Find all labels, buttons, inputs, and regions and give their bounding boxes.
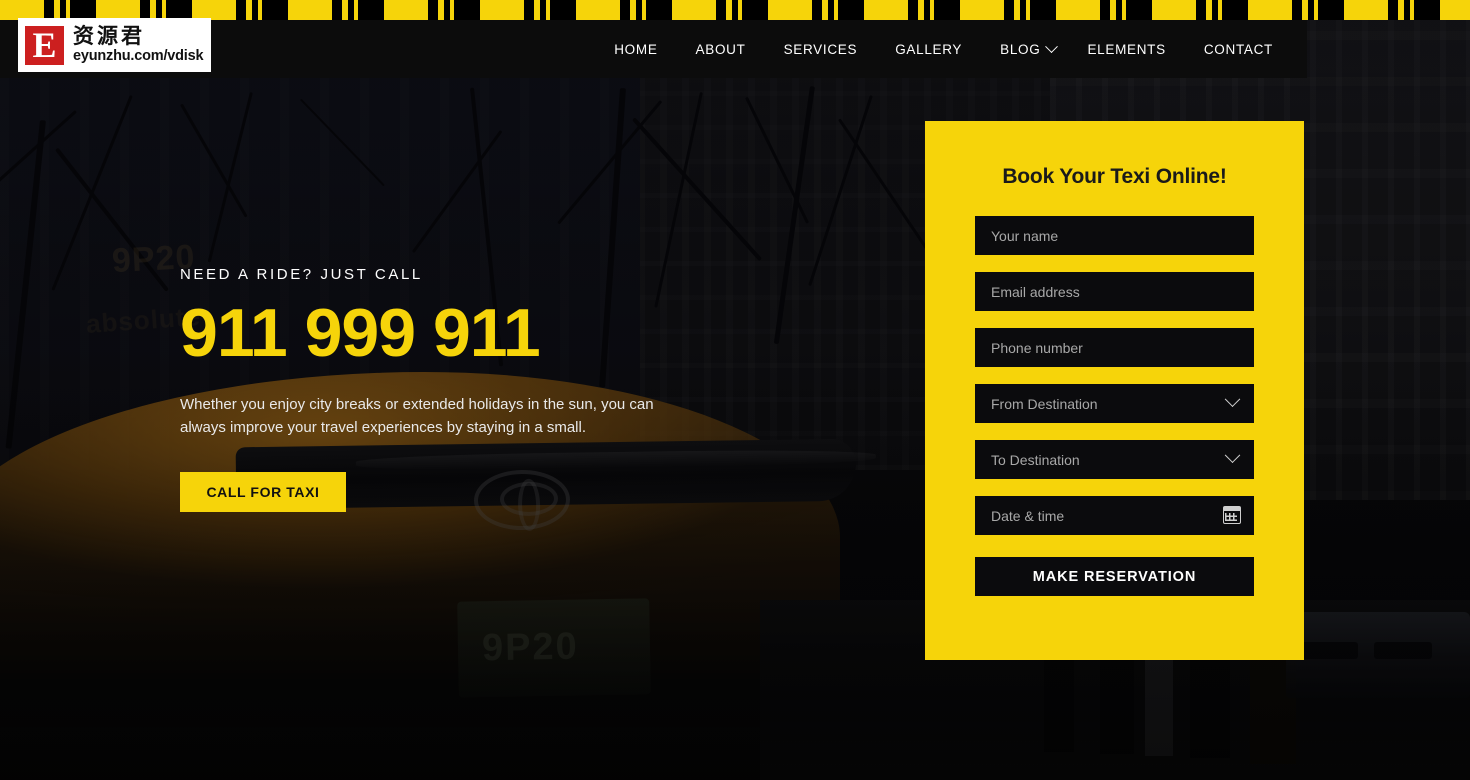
- make-reservation-button[interactable]: MAKE RESERVATION: [975, 557, 1254, 596]
- watermark-logo: E 资源君 eyunzhu.com/vdisk: [18, 18, 211, 72]
- nav-item-about[interactable]: ABOUT: [677, 20, 765, 78]
- name-field-wrapper: [975, 216, 1254, 255]
- date-time-input[interactable]: [975, 496, 1254, 535]
- email-input[interactable]: [975, 272, 1254, 311]
- hero-eyebrow: NEED A RIDE? JUST CALL: [180, 266, 423, 283]
- nav-item-label: BLOG: [1000, 41, 1041, 57]
- main-navigation: HOME ABOUT SERVICES GALLERY BLOG ELEMENT…: [592, 20, 1307, 78]
- nav-item-blog[interactable]: BLOG: [981, 20, 1068, 78]
- nav-item-elements[interactable]: ELEMENTS: [1068, 20, 1184, 78]
- chevron-down-icon: [1224, 391, 1241, 408]
- from-destination-select[interactable]: From Destination: [975, 384, 1254, 423]
- phone-field-wrapper: [975, 328, 1254, 367]
- hero-description: Whether you enjoy city breaks or extende…: [180, 396, 654, 437]
- hazard-stripe-decoration: [0, 0, 1470, 20]
- nav-item-label: CONTACT: [1203, 41, 1273, 57]
- email-field-wrapper: [975, 272, 1254, 311]
- watermark-url: eyunzhu.com/vdisk: [73, 48, 204, 65]
- nav-item-services[interactable]: SERVICES: [765, 20, 877, 78]
- hero-phone-number: 911 999 911: [180, 295, 541, 371]
- nav-item-label: SERVICES: [783, 41, 858, 57]
- name-input[interactable]: [975, 216, 1254, 255]
- nav-item-gallery[interactable]: GALLERY: [876, 20, 981, 78]
- watermark-badge-letter: E: [22, 22, 67, 68]
- nav-item-label: ABOUT: [695, 41, 746, 57]
- chevron-down-icon: [1224, 447, 1241, 464]
- phone-input[interactable]: [975, 328, 1254, 367]
- from-destination-label: From Destination: [991, 395, 1098, 412]
- nav-item-label: HOME: [614, 41, 658, 57]
- watermark-cn-name: 资源君: [73, 24, 145, 49]
- nav-item-label: ELEMENTS: [1087, 41, 1166, 57]
- hero-section: NEED A RIDE? JUST CALL 911 999 911 Wheth…: [180, 266, 740, 512]
- call-for-taxi-button[interactable]: CALL FOR TAXI: [180, 471, 346, 512]
- chevron-down-icon: [1045, 39, 1059, 53]
- booking-form-title: Book Your Texi Online!: [1002, 165, 1227, 188]
- page-root: 9P20 absolute 9P20 Uber HOME ABOUT: [0, 0, 1470, 780]
- nav-item-label: GALLERY: [895, 41, 963, 57]
- date-field-wrapper: [975, 496, 1254, 535]
- to-destination-select[interactable]: To Destination: [975, 440, 1254, 479]
- watermark-text-block: 资源君 eyunzhu.com/vdisk: [73, 24, 204, 65]
- to-destination-label: To Destination: [991, 451, 1080, 468]
- nav-item-home[interactable]: HOME: [592, 20, 676, 78]
- booking-form-panel: Book Your Texi Online! From Destination …: [925, 121, 1304, 660]
- nav-item-contact[interactable]: CONTACT: [1185, 20, 1307, 78]
